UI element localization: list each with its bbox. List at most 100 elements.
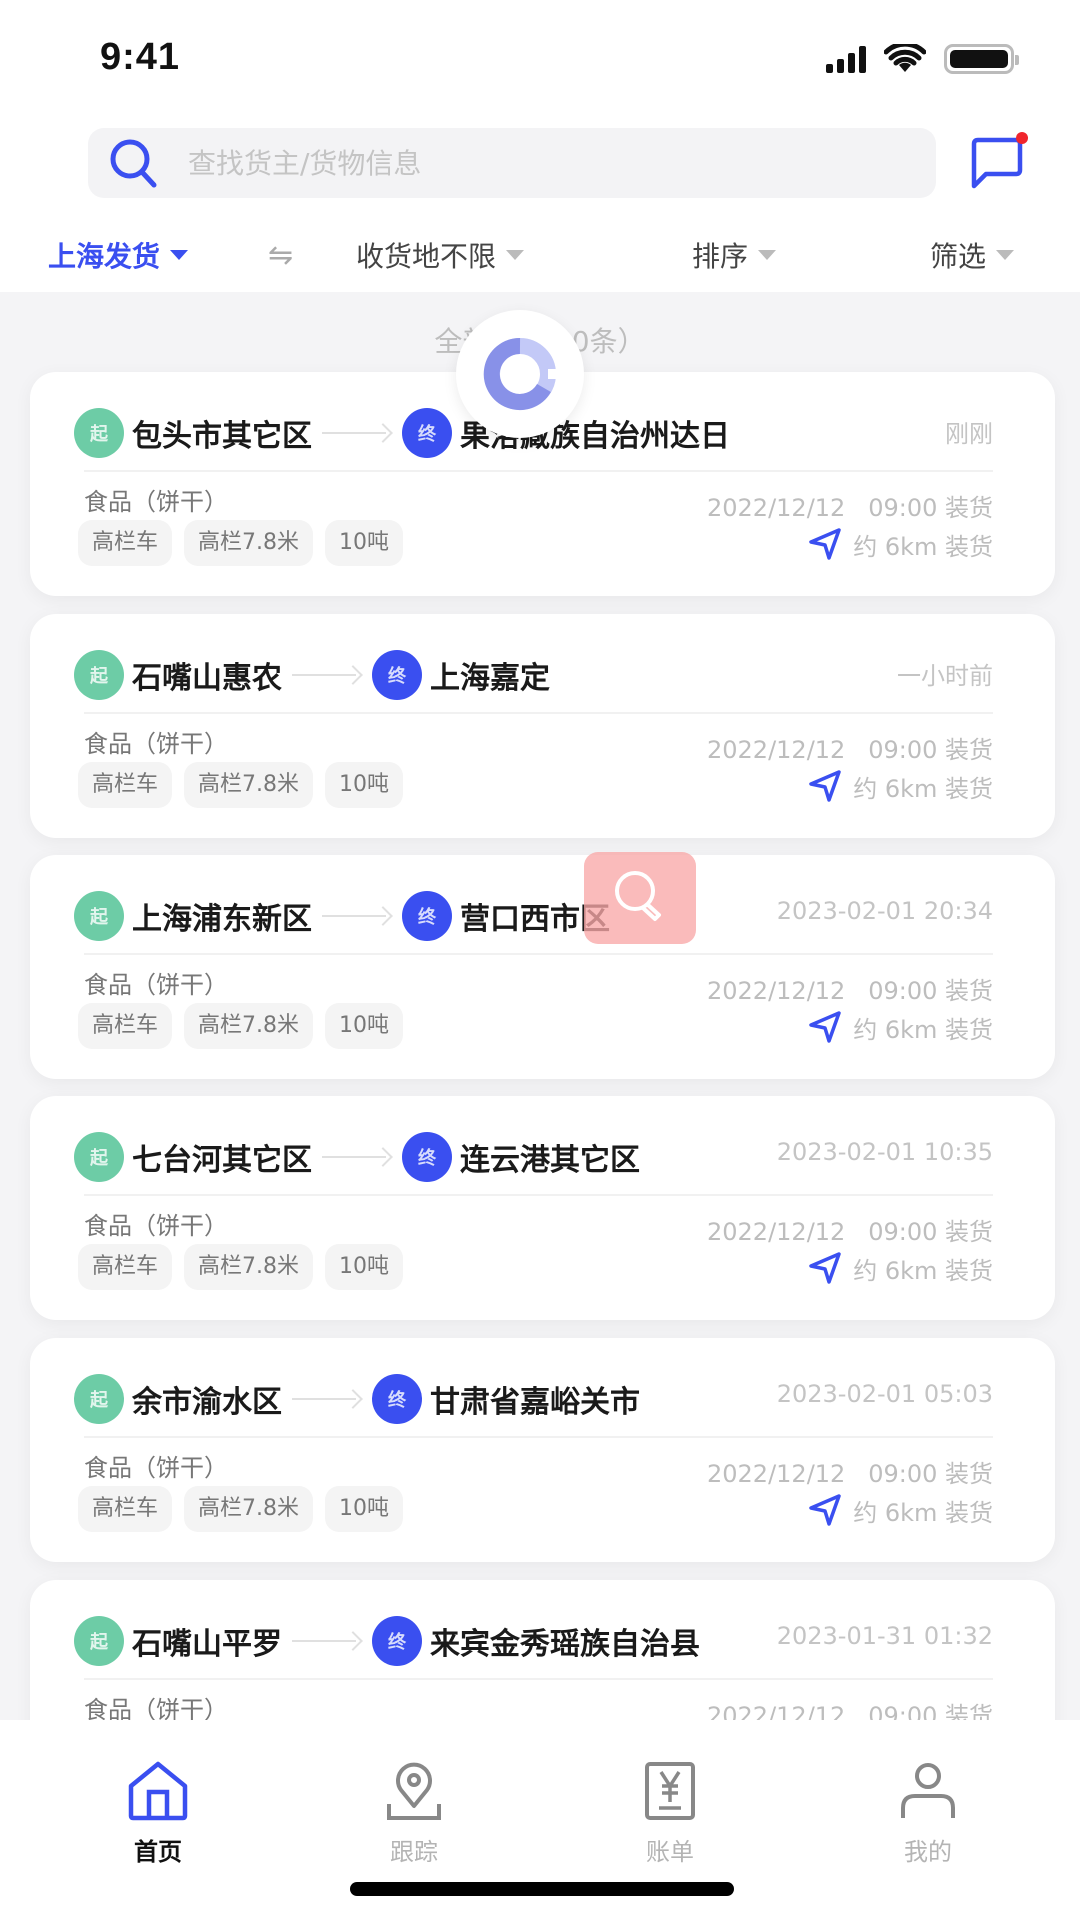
home-icon [128,1761,188,1821]
tab-tracking-label: 跟踪 [390,1838,438,1866]
post-time: 刚刚 [945,420,993,448]
filter-screen[interactable]: 筛选 [930,235,1015,275]
vehicle-tag: 高栏7.8米 [184,520,314,566]
filter-origin[interactable]: 上海发货 [48,235,189,275]
tab-mine-label: 我的 [904,1838,952,1866]
vehicle-tag: 高栏车 [78,1486,173,1532]
end-pin-icon: 终 [372,1616,422,1666]
route: 起石嘴山惠农 终上海嘉定 [74,650,550,700]
swap-icon[interactable]: ⇋ [268,238,293,273]
distance-info: 约 6km 装货 [807,1009,993,1045]
post-time: 2023-02-01 20:34 [776,897,993,925]
arrow-right-icon [322,906,392,926]
start-pin-icon: 起 [74,1132,124,1182]
destination-place: 连云港其它区 [460,1143,640,1178]
divider [84,953,993,955]
load-time: 2022/12/12 09:00 装货 [706,1218,993,1246]
floating-search-button[interactable] [584,852,696,944]
post-time: 一小时前 [897,662,993,690]
vehicle-tag: 10吨 [325,1244,404,1290]
user-icon [901,1763,955,1818]
bill-yuan-icon [645,1762,695,1820]
cargo-card[interactable]: 起上海浦东新区终营口西市区 2023-02-01 20:34 食品（饼干） 2022/… [30,855,1055,1079]
end-pin-icon: 终 [372,650,422,700]
end-pin-icon: 终 [372,1374,422,1424]
cargo-card[interactable]: 起七台河其它区 终连云港其它区 2023-02-01 10:35 食品（饼干） 2022… [30,1096,1055,1320]
status-icons [826,44,1019,74]
caret-down-icon [758,250,777,260]
vehicle-tag: 高栏7.8米 [184,1003,314,1049]
origin-place: 石嘴山惠农 [132,661,282,696]
tab-bills[interactable]: 账单 [600,1760,740,1867]
filter-destination-label: 收货地不限 [356,240,497,273]
goods-type: 食品（饼干） [84,488,228,516]
tag-list: 高栏车 高栏7.8米 10吨 [78,520,404,566]
vehicle-tag: 高栏车 [78,1003,173,1049]
divider [84,1678,993,1680]
filter-origin-label: 上海发货 [48,240,161,273]
arrow-right-icon [322,1147,392,1167]
wifi-icon [884,44,926,72]
divider [84,1436,993,1438]
filter-destination[interactable]: 收货地不限 [356,235,525,275]
distance-info: 约 6km 装货 [807,1250,993,1286]
load-time: 2022/12/12 09:00 装货 [706,1460,993,1488]
tag-list: 高栏车 高栏7.8米 10吨 [78,762,404,808]
navigation-arrow-icon [809,770,841,802]
navigation-arrow-icon [809,1494,841,1526]
arrow-right-icon [292,1389,362,1409]
goods-type: 食品（饼干） [84,1212,228,1240]
distance-info: 约 6km 装货 [807,768,993,804]
home-indicator[interactable] [350,1882,734,1896]
message-button[interactable] [968,132,1030,194]
end-pin-icon: 终 [402,408,452,458]
signal-icon [826,45,866,73]
tab-bar: 首页 跟踪 账单 我的 [0,1720,1080,1920]
divider [84,470,993,472]
vehicle-tag: 高栏车 [78,1244,173,1290]
status-bar: 9:41 [0,0,1080,120]
tab-home[interactable]: 首页 [88,1760,228,1867]
filter-sort-label: 排序 [692,240,749,273]
filter-sort[interactable]: 排序 [692,235,777,275]
post-time: 2023-01-31 01:32 [776,1622,993,1650]
distance-text: 约 6km 装货 [853,1256,993,1285]
caret-down-icon [170,250,189,260]
vehicle-tag: 高栏车 [78,520,173,566]
end-pin-icon: 终 [402,891,452,941]
distance-text: 约 6km 装货 [853,774,993,803]
search-box[interactable] [88,128,936,198]
destination-place: 来宾金秀瑶族自治县 [430,1627,700,1662]
cargo-card[interactable]: 起余市渝水区 终甘肃省嘉峪关市 2023-02-01 05:03 食品（饼干） 2022… [30,1338,1055,1562]
route: 起包头市其它区终果洛藏族自治州达日 [74,408,730,458]
message-badge-dot [1016,132,1028,144]
spinner-icon [483,337,560,410]
destination-place: 上海嘉定 [430,661,550,696]
tab-tracking[interactable]: 跟踪 [344,1760,484,1867]
origin-place: 石嘴山平罗 [132,1627,282,1662]
divider [84,712,993,714]
tab-mine[interactable]: 我的 [858,1760,998,1867]
load-time: 2022/12/12 09:00 装货 [706,736,993,764]
goods-type: 食品（饼干） [84,730,228,758]
caret-down-icon [506,250,525,260]
vehicle-tag: 高栏车 [78,762,173,808]
vehicle-tag: 10吨 [325,520,404,566]
arrow-right-icon [292,1631,362,1651]
header: 上海发货 ⇋ 收货地不限 排序 筛选 [0,120,1080,292]
search-icon [615,871,661,921]
post-time: 2023-02-01 05:03 [776,1380,993,1408]
post-time: 2023-02-01 10:35 [776,1138,993,1166]
route: 起七台河其它区 终连云港其它区 [74,1132,640,1182]
start-pin-icon: 起 [74,408,124,458]
caret-down-icon [996,250,1015,260]
tag-list: 高栏车 高栏7.8米 10吨 [78,1003,404,1049]
tag-list: 高栏车 高栏7.8米 10吨 [78,1244,404,1290]
start-pin-icon: 起 [74,1374,124,1424]
search-input[interactable] [188,146,788,180]
cargo-card[interactable]: 起石嘴山惠农 终上海嘉定 一小时前 食品（饼干） 2022/12/12 09:00 装货… [30,614,1055,838]
distance-text: 约 6km 装货 [853,1498,993,1527]
loading-spinner [456,310,584,438]
load-time: 2022/12/12 09:00 装货 [706,977,993,1005]
route: 起余市渝水区 终甘肃省嘉峪关市 [74,1374,640,1424]
